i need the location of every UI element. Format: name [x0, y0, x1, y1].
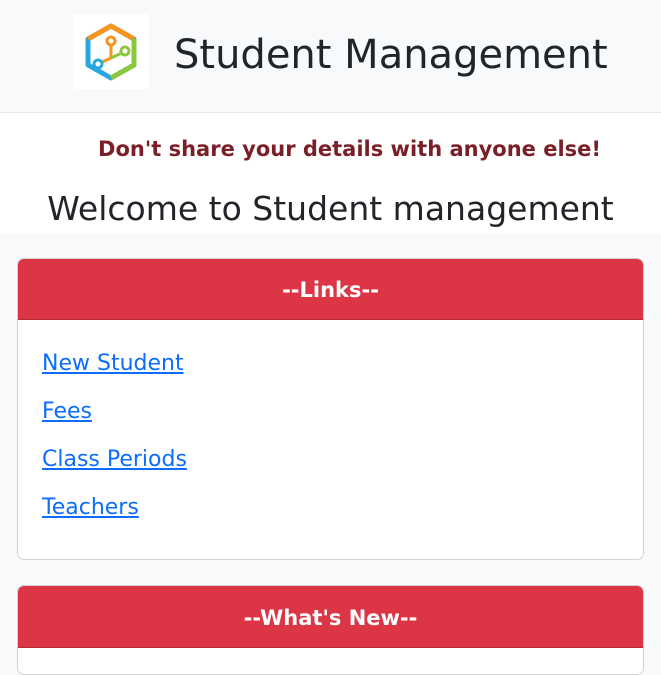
links-list: New Student Fees Class Periods Teachers: [18, 320, 643, 538]
links-card: --Links-- New Student Fees Class Periods…: [17, 258, 644, 560]
welcome-heading: Welcome to Student management: [47, 189, 614, 228]
brand-title[interactable]: Student Management: [174, 28, 608, 82]
logo-cube-icon[interactable]: [74, 14, 149, 89]
list-item: Teachers: [42, 490, 643, 538]
teachers-link[interactable]: Teachers: [42, 495, 139, 520]
class-periods-link[interactable]: Class Periods: [42, 447, 187, 472]
list-item: Fees: [42, 394, 643, 442]
links-card-header: --Links--: [18, 259, 643, 320]
whats-new-card-header: --What's New--: [18, 586, 643, 648]
new-student-link[interactable]: New Student: [42, 351, 184, 376]
intro-section: Don't share your details with anyone els…: [0, 113, 661, 234]
privacy-warning: Don't share your details with anyone els…: [98, 137, 601, 161]
list-item: Class Periods: [42, 442, 643, 490]
whats-new-card: --What's New--: [17, 585, 644, 675]
list-item: New Student: [42, 346, 643, 394]
navbar: Student Management: [0, 0, 661, 113]
fees-link[interactable]: Fees: [42, 399, 92, 424]
